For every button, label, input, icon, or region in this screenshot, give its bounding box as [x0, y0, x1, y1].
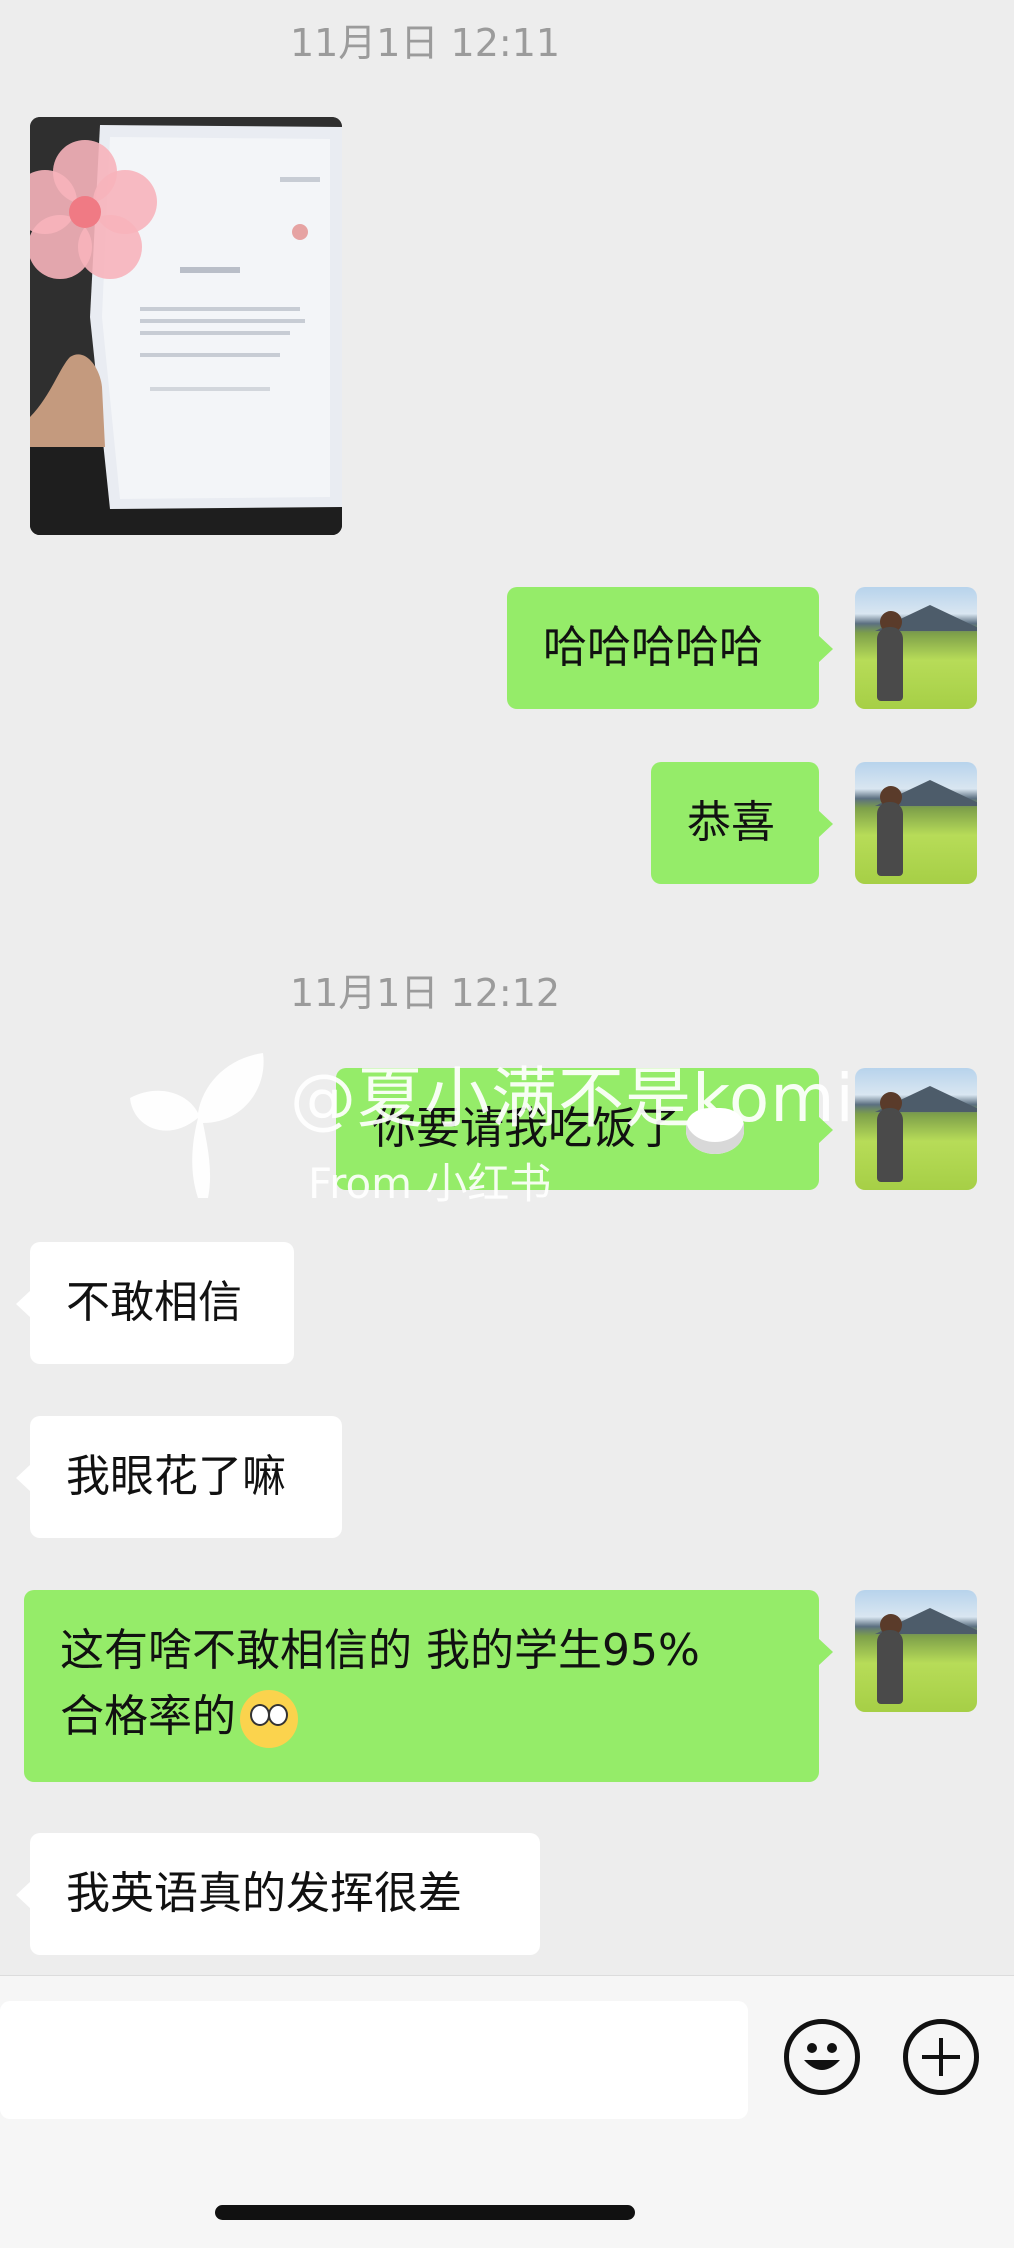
avatar[interactable]	[855, 1068, 977, 1190]
plus-icon	[922, 2038, 960, 2076]
message-bubble-received[interactable]: 我英语真的发挥很差	[16, 1833, 540, 1955]
home-indicator[interactable]	[215, 2205, 635, 2220]
flushed-face-emoji-icon	[240, 1690, 298, 1748]
message-bubble-sent[interactable]: 哈哈哈哈哈	[507, 587, 833, 709]
xiaohongshu-logo-icon	[130, 1053, 264, 1198]
avatar[interactable]	[855, 587, 977, 709]
emoji-icon	[804, 2043, 840, 2070]
avatar[interactable]	[855, 762, 977, 884]
message-bubble-sent[interactable]: 恭喜	[651, 762, 833, 884]
avatar[interactable]	[855, 1590, 977, 1712]
message-text-line: 合格率的	[60, 1684, 783, 1750]
emoji-button[interactable]	[784, 2019, 860, 2095]
watermark-source: From 小红书	[308, 1159, 552, 1208]
message-text-line: 这有啥不敢相信的 我的学生95%	[60, 1625, 700, 1676]
message-input[interactable]	[0, 2001, 748, 2119]
more-button[interactable]	[903, 2019, 979, 2095]
message-bubble-sent[interactable]: 这有啥不敢相信的 我的学生95% 合格率的	[24, 1590, 833, 1782]
timestamp: 11月1日 12:12	[289, 971, 561, 1015]
photo-message[interactable]	[30, 117, 342, 535]
message-bubble-received[interactable]: 我眼花了嘛	[16, 1416, 342, 1538]
message-bubble-received[interactable]: 不敢相信	[16, 1242, 294, 1364]
watermark-handle: @夏小满不是komi	[290, 1060, 855, 1137]
document-photo	[30, 117, 342, 535]
timestamp: 11月1日 12:11	[289, 21, 561, 65]
